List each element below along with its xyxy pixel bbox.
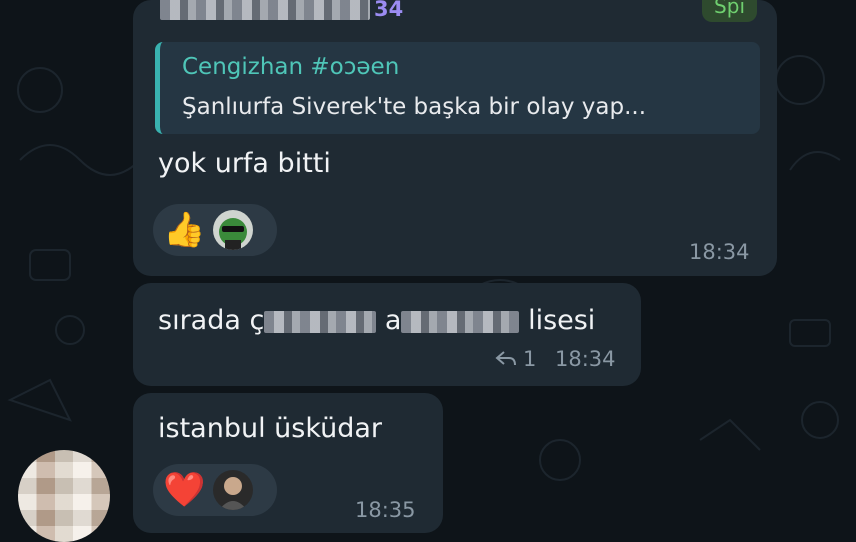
quote-sender-name: Cengizhan #oɔəen bbox=[182, 54, 400, 80]
reactions-1: 👍 bbox=[153, 204, 277, 256]
heart-icon[interactable]: ❤️ bbox=[163, 473, 205, 507]
sender-row: 34 bbox=[160, 0, 403, 24]
message-time-2: 18:34 bbox=[555, 347, 616, 371]
user-avatar-icon[interactable] bbox=[213, 470, 254, 510]
blurred-word-1 bbox=[264, 310, 377, 333]
message-text-2-mid: a bbox=[384, 305, 402, 336]
reply-info[interactable]: 1 bbox=[495, 347, 536, 371]
blurred-sender-name bbox=[160, 0, 370, 20]
sender-role-badge: Spi bbox=[702, 0, 757, 22]
blurred-word-2 bbox=[401, 310, 520, 333]
quote-text: Şanlıurfa Siverek'te başka bir olay yap.… bbox=[182, 94, 647, 120]
sender-name-suffix[interactable]: 34 bbox=[374, 0, 403, 21]
reply-quote[interactable]: Cengizhan #oɔəen Şanlıurfa Siverek'te ba… bbox=[155, 42, 760, 134]
message-time-3: 18:35 bbox=[355, 498, 416, 522]
message-text-3: istanbul üsküdar bbox=[158, 413, 383, 444]
frog-avatar-icon[interactable] bbox=[213, 210, 254, 250]
message-text-2: sırada ç a lisesi bbox=[158, 305, 595, 336]
thumbs-up-icon[interactable]: 👍 bbox=[163, 213, 205, 247]
message-text-1: yok urfa bitti bbox=[158, 148, 331, 179]
sender-avatar[interactable] bbox=[18, 450, 110, 542]
message-text-2-end: lisesi bbox=[528, 305, 596, 336]
message-time-1: 18:34 bbox=[689, 240, 750, 264]
reply-arrow-icon bbox=[495, 351, 516, 366]
reactions-3: ❤️ bbox=[153, 464, 277, 516]
reply-count: 1 bbox=[523, 347, 537, 371]
message-text-2-start: sırada ç bbox=[158, 305, 265, 336]
